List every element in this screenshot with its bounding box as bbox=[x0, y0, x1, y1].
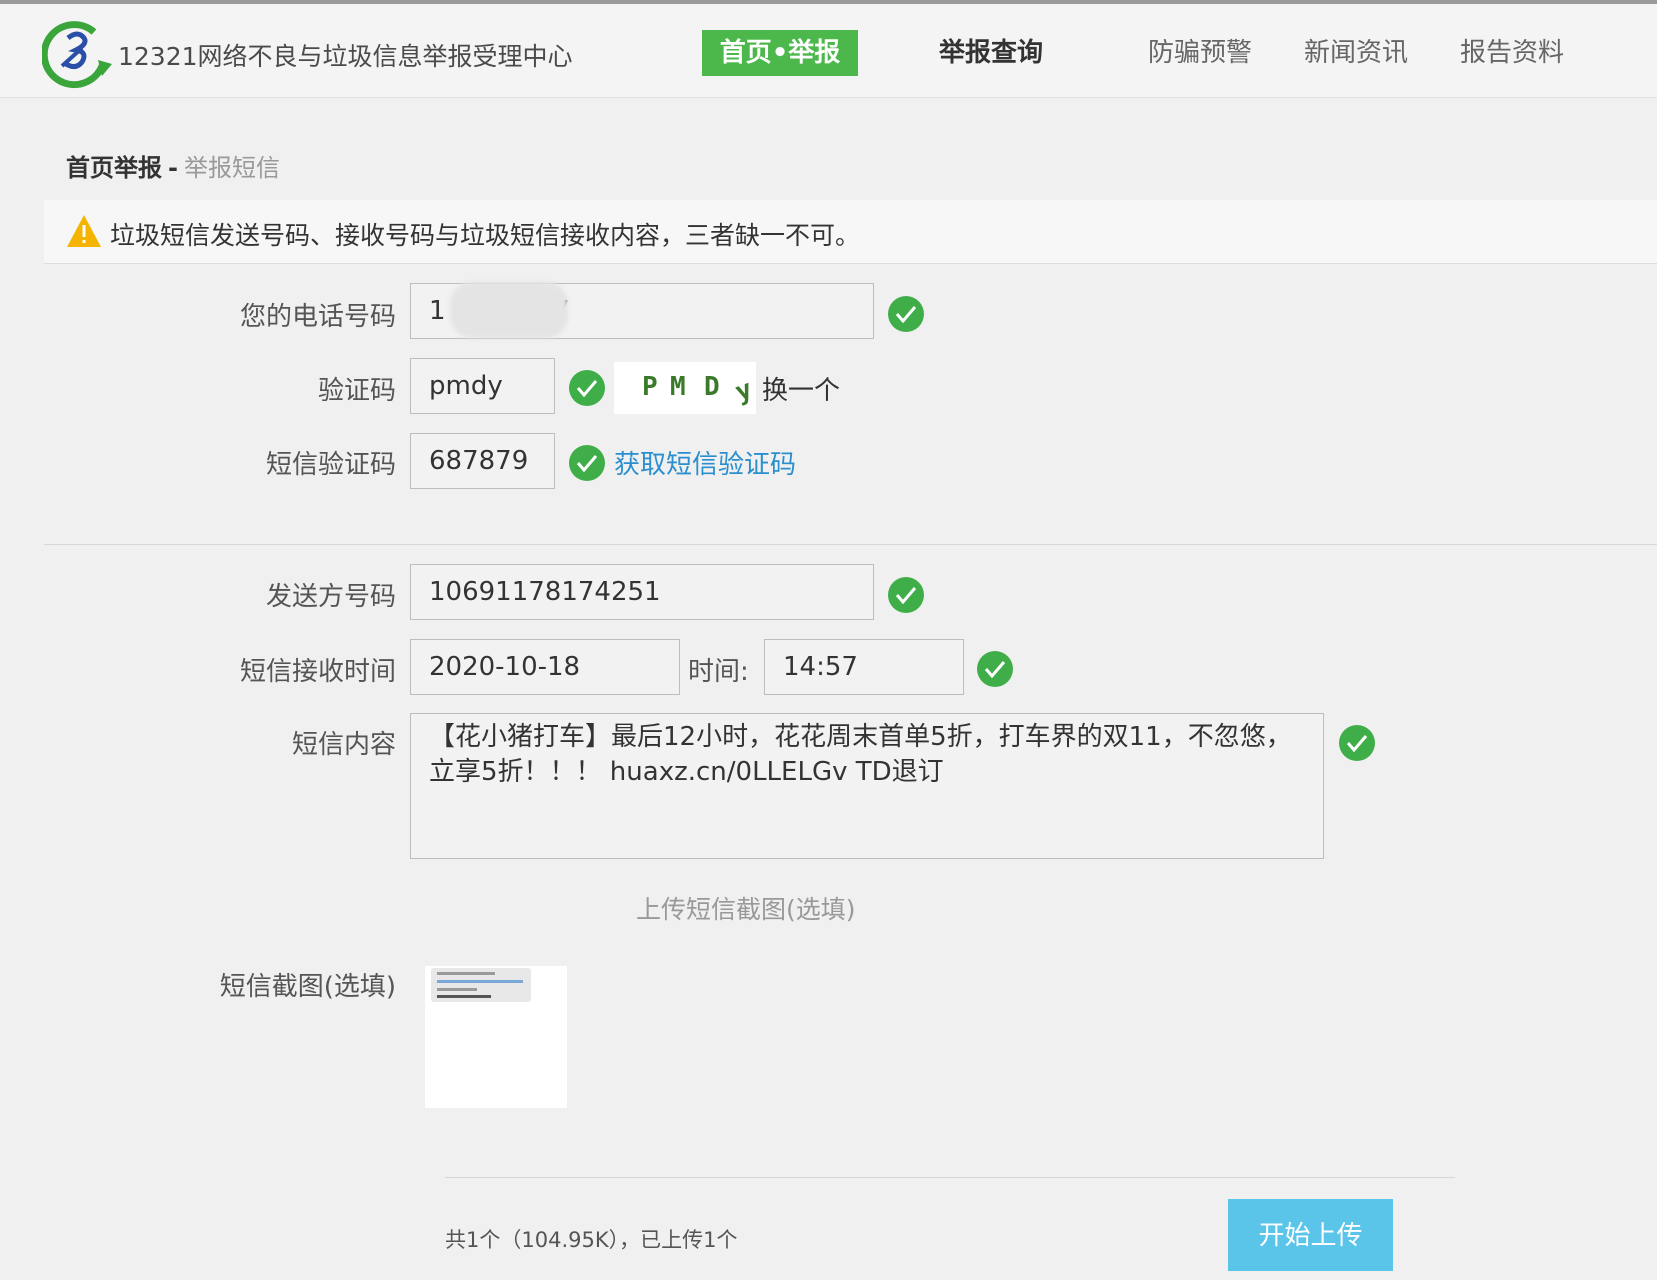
check-icon bbox=[1339, 725, 1375, 761]
breadcrumb-current: 举报短信 bbox=[183, 154, 280, 182]
get-sms-code-link[interactable]: 获取短信验证码 bbox=[614, 444, 796, 481]
site-title[interactable]: 12321网络不良与垃圾信息举报受理中心 bbox=[118, 37, 573, 73]
nav-report-query[interactable]: 举报查询 bbox=[918, 30, 1064, 76]
breadcrumb-home[interactable]: 首页举报 bbox=[66, 154, 162, 182]
captcha-label: 验证码 bbox=[317, 376, 396, 406]
check-icon bbox=[569, 445, 605, 481]
captcha-char: y bbox=[731, 374, 757, 408]
check-icon bbox=[569, 370, 605, 406]
start-upload-button[interactable]: 开始上传 bbox=[1228, 1199, 1393, 1271]
thumbnail-line bbox=[437, 980, 523, 983]
receive-date-input[interactable] bbox=[410, 639, 680, 695]
upload-screenshot-link[interactable]: 上传短信截图(选填) bbox=[636, 890, 856, 926]
breadcrumb-separator: - bbox=[168, 154, 178, 182]
page: 12321网络不良与垃圾信息举报受理中心 首页•举报 举报查询 防骗预警 新闻资… bbox=[0, 0, 1657, 1280]
nav-reports[interactable]: 报告资料 bbox=[1452, 30, 1572, 76]
captcha-char: M bbox=[670, 372, 686, 402]
captcha-input[interactable] bbox=[410, 358, 555, 414]
nav-news[interactable]: 新闻资讯 bbox=[1296, 30, 1416, 76]
check-icon bbox=[977, 651, 1013, 687]
time-label: 时间: bbox=[688, 657, 749, 687]
breadcrumb: 首页举报 - 举报短信 bbox=[66, 148, 280, 183]
thumbnail-line bbox=[437, 988, 477, 991]
phone-redaction bbox=[450, 282, 568, 338]
thumbnail-message-bubble bbox=[431, 968, 531, 1002]
warning-icon bbox=[67, 215, 101, 247]
sender-label: 发送方号码 bbox=[265, 582, 396, 612]
receive-time-input[interactable] bbox=[764, 639, 964, 695]
site-header: 12321网络不良与垃圾信息举报受理中心 首页•举报 举报查询 防骗预警 新闻资… bbox=[0, 0, 1657, 98]
captcha-char: D bbox=[704, 372, 720, 402]
content-label: 短信内容 bbox=[291, 730, 396, 760]
section-divider bbox=[44, 544, 1657, 545]
warning-text: 垃圾短信发送号码、接收号码与垃圾短信接收内容，三者缺一不可。 bbox=[110, 221, 861, 250]
upload-divider bbox=[445, 1177, 1455, 1178]
check-icon bbox=[888, 577, 924, 613]
sms-code-input[interactable] bbox=[410, 433, 555, 489]
captcha-image[interactable]: P M D y bbox=[614, 362, 756, 414]
check-icon bbox=[888, 296, 924, 332]
thumbnail-line bbox=[437, 972, 495, 975]
site-logo-icon[interactable] bbox=[42, 18, 114, 90]
receive-time-label: 短信接收时间 bbox=[239, 657, 396, 687]
upload-status: 共1个（104.95K），已上传1个 bbox=[445, 1228, 738, 1252]
warning-bar: 垃圾短信发送号码、接收号码与垃圾短信接收内容，三者缺一不可。 bbox=[44, 200, 1657, 264]
nav-fraud-warning[interactable]: 防骗预警 bbox=[1140, 30, 1260, 76]
nav-home-report[interactable]: 首页•举报 bbox=[702, 30, 858, 76]
screenshot-thumbnail[interactable] bbox=[425, 966, 567, 1108]
sms-code-label: 短信验证码 bbox=[265, 450, 396, 480]
refresh-captcha-link[interactable]: 换一个 bbox=[762, 370, 840, 407]
screenshot-label: 短信截图(选填) bbox=[219, 972, 396, 1002]
phone-label: 您的电话号码 bbox=[239, 302, 396, 332]
sender-input[interactable] bbox=[410, 564, 874, 620]
thumbnail-line bbox=[437, 995, 491, 998]
captcha-char: P bbox=[642, 372, 658, 402]
sms-content-textarea[interactable]: 【花小猪打车】最后12小时，花花周末首单5折，打车界的双11，不忽悠，立享5折！… bbox=[410, 713, 1324, 859]
